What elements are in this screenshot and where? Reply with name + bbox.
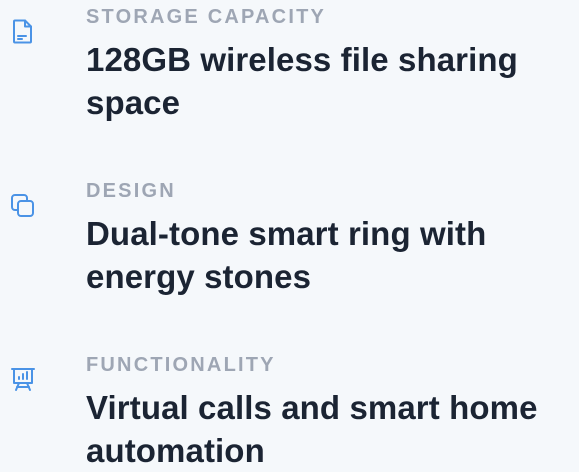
feature-item-functionality: FUNCTIONALITY Virtual calls and smart ho… [0, 348, 579, 469]
feature-label: STORAGE CAPACITY [86, 6, 327, 28]
feature-title: Dual-tone smart ring with energy stones [86, 215, 487, 295]
feature-label: FUNCTIONALITY [86, 354, 276, 376]
feature-label: DESIGN [86, 180, 176, 202]
presentation-chart-icon [8, 364, 38, 394]
feature-title: Virtual calls and smart home automation [86, 389, 538, 469]
feature-title: 128GB wireless file sharing space [86, 41, 518, 121]
document-icon [8, 16, 38, 46]
stacked-squares-icon [8, 191, 38, 221]
feature-item-storage-capacity: STORAGE CAPACITY 128GB wireless file sha… [0, 0, 579, 150]
feature-list: STORAGE CAPACITY 128GB wireless file sha… [0, 0, 579, 469]
feature-item-design: DESIGN Dual-tone smart ring with energy … [0, 174, 579, 324]
